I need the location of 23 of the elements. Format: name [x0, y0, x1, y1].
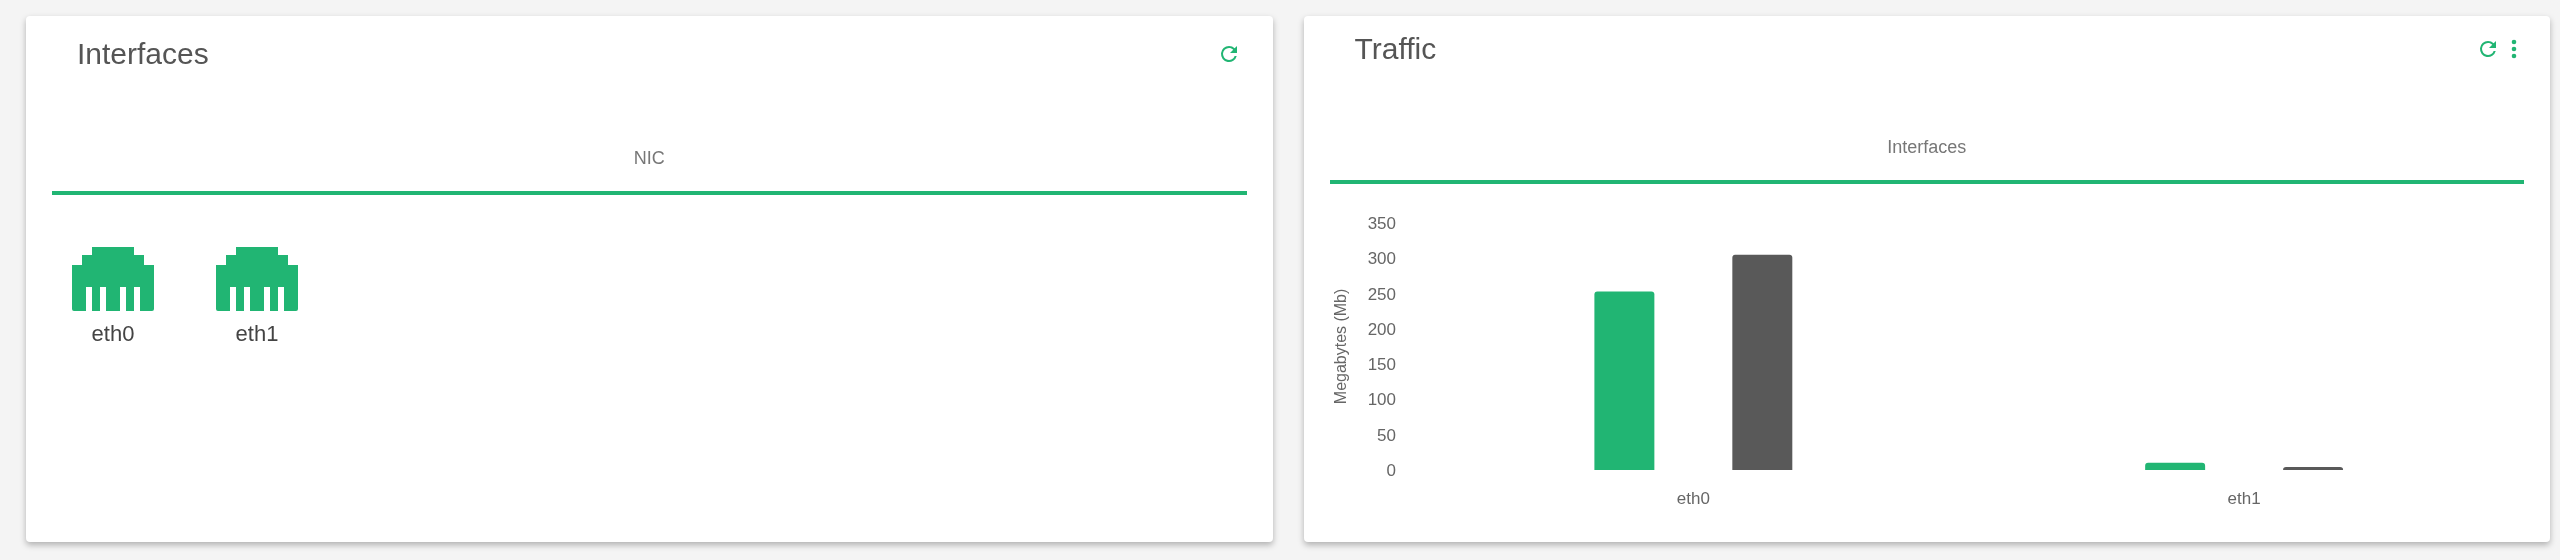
axis-tick-label: 200	[1367, 319, 1396, 339]
interface-name: eth0	[91, 321, 135, 347]
interface-name: eth1	[235, 321, 279, 347]
ethernet-port-icon	[214, 247, 300, 311]
axis-tick-label: 150	[1367, 355, 1396, 375]
more-icon	[2510, 38, 2518, 59]
axis-tick-label: 250	[1367, 284, 1396, 304]
axis-tick-label: eth1	[2227, 489, 2261, 508]
axis-title: Megabytes (Mb)	[1331, 288, 1349, 405]
axis-tick-label: eth0	[1676, 489, 1710, 508]
card-title: Traffic	[1354, 31, 1438, 66]
bar	[2144, 462, 2205, 470]
tab[interactable]: Interfaces	[1329, 123, 2524, 185]
axis-tick-label: 100	[1367, 390, 1396, 410]
axis-tick-label: 50	[1376, 425, 1396, 445]
axis-tick-label: 300	[1367, 249, 1396, 269]
card-title: Interfaces	[77, 37, 210, 71]
axis-tick-label: 0	[1386, 461, 1396, 480]
ethernet-port-icon	[70, 247, 156, 311]
tab[interactable]: NIC	[52, 134, 1247, 195]
axis-tick-label: 350	[1367, 214, 1396, 234]
more-button[interactable]	[2510, 38, 2518, 59]
bar	[2282, 467, 2343, 470]
